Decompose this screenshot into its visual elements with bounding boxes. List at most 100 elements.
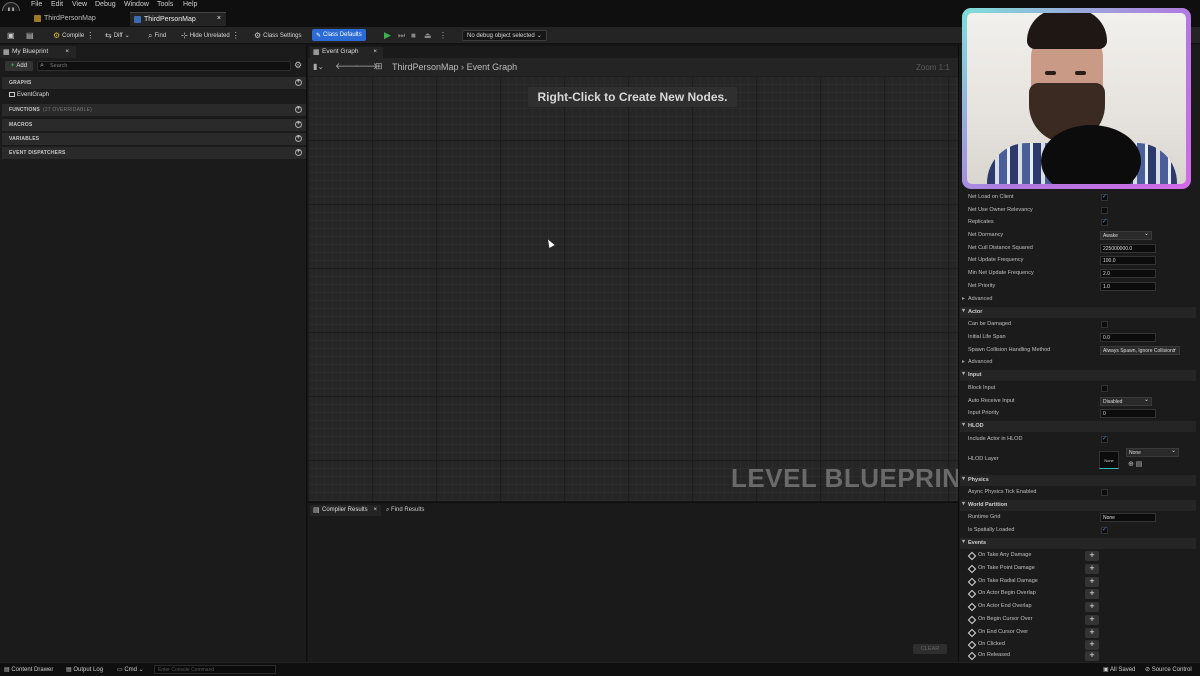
variables-section-header[interactable]: VARIABLES + xyxy=(2,133,306,145)
property-checkbox[interactable]: ✓ xyxy=(1101,436,1108,443)
property-label: Auto Receive Input xyxy=(968,398,1015,404)
my-blueprint-tab[interactable]: ▦ My Blueprint × xyxy=(0,46,76,58)
add-graph-icon[interactable]: + xyxy=(295,79,302,86)
physics-category[interactable]: Physics xyxy=(960,475,1196,486)
diff-button[interactable]: ⇆ Diff ⌄ xyxy=(105,30,130,41)
close-icon[interactable]: × xyxy=(65,48,69,55)
menu-view[interactable]: View xyxy=(72,1,87,8)
property-select[interactable]: Awake xyxy=(1100,230,1152,240)
property-select[interactable]: Disabled xyxy=(1100,396,1152,406)
bookmark-icon[interactable]: ▮⌄ xyxy=(313,62,324,71)
content-drawer-button[interactable]: ▤ Content Drawer xyxy=(4,666,53,673)
doc-tab-blueprint[interactable]: ThirdPersonMap × xyxy=(130,12,226,26)
add-event-button[interactable]: + xyxy=(1085,602,1099,612)
add-event-button[interactable]: + xyxy=(1085,651,1099,661)
hlod-layer-thumbnail[interactable]: None xyxy=(1099,451,1119,469)
add-dispatcher-icon[interactable]: + xyxy=(295,149,302,156)
hide-unrelated-label: Hide Unrelated xyxy=(189,32,230,39)
functions-section-header[interactable]: FUNCTIONS (27 OVERRIDABLE) + xyxy=(2,104,306,116)
property-checkbox[interactable]: ✓ xyxy=(1101,219,1108,226)
property-checkbox[interactable]: ✓ xyxy=(1101,527,1108,534)
stop-icon[interactable]: ■ xyxy=(411,30,416,41)
property-select[interactable]: Always Spawn, Ignore Collisions xyxy=(1100,346,1180,355)
property-input[interactable]: 0.0 xyxy=(1100,333,1156,342)
blueprint-icon: ▦ xyxy=(3,49,10,56)
class-settings-button[interactable]: ⚙ Class Settings xyxy=(254,30,302,41)
property-checkbox[interactable] xyxy=(1101,321,1108,328)
close-icon[interactable]: × xyxy=(373,48,377,55)
world-partition-category[interactable]: World Partition xyxy=(960,500,1196,511)
breadcrumb: ThirdPersonMap › Event Graph xyxy=(376,62,517,72)
compiler-results-tab[interactable]: ▤ Compiler Results × xyxy=(310,505,381,516)
add-button[interactable]: + Add xyxy=(5,61,33,71)
cmd-select[interactable]: ▭ Cmd ⌄ xyxy=(117,666,144,673)
source-control-button[interactable]: ⊘ Source Control xyxy=(1145,666,1192,673)
property-input[interactable]: 100.0 xyxy=(1100,256,1156,265)
add-macro-icon[interactable]: + xyxy=(295,121,302,128)
save-icon[interactable]: ▣ xyxy=(7,30,15,41)
property-input[interactable]: 225000000.0 xyxy=(1100,244,1156,253)
blueprint-icon xyxy=(134,16,141,23)
graphs-section-header[interactable]: GRAPHS + xyxy=(2,77,306,89)
close-icon[interactable]: × xyxy=(217,15,221,22)
input-category[interactable]: Input xyxy=(960,370,1196,381)
compile-button[interactable]: ⚙ Compile ⋮ xyxy=(53,30,94,41)
property-checkbox[interactable] xyxy=(1101,207,1108,214)
add-event-button[interactable]: + xyxy=(1085,589,1099,599)
property-input[interactable]: None xyxy=(1100,513,1156,522)
clear-button[interactable]: CLEAR xyxy=(913,644,947,654)
gear-icon[interactable]: ⚙ xyxy=(294,60,302,71)
menu-file[interactable]: File xyxy=(31,1,42,8)
add-variable-icon[interactable]: + xyxy=(295,135,302,142)
doc-tab-level[interactable]: ThirdPersonMap xyxy=(30,12,122,26)
hide-unrelated-button[interactable]: ⊹ Hide Unrelated ⋮ xyxy=(181,30,240,41)
event-graph-tab[interactable]: ▦ Event Graph × xyxy=(310,47,383,58)
event-dispatchers-section-header[interactable]: EVENT DISPATCHERS + xyxy=(2,147,306,159)
property-label: Net Load on Client xyxy=(968,194,1014,200)
find-button[interactable]: ⌕ Find xyxy=(148,30,166,41)
add-event-button[interactable]: + xyxy=(1085,551,1099,561)
browse-icon[interactable]: ▤ xyxy=(26,30,34,41)
property-checkbox[interactable] xyxy=(1101,489,1108,496)
step-icon[interactable]: ⏭ xyxy=(398,30,405,41)
search-input[interactable]: ⌕ Search xyxy=(37,61,291,71)
menu-help[interactable]: Help xyxy=(183,1,197,8)
hlod-category[interactable]: HLOD xyxy=(960,421,1196,432)
asset-picker-icons[interactable]: ⊕ ▤ xyxy=(1128,460,1142,468)
actor-category[interactable]: Actor xyxy=(960,307,1196,318)
graph-canvas[interactable] xyxy=(308,76,958,501)
breadcrumb-leaf[interactable]: Event Graph xyxy=(467,62,518,72)
debug-object-select[interactable]: No debug object selected ⌄ xyxy=(462,30,547,41)
find-results-tab[interactable]: ⌕ Find Results xyxy=(386,505,424,514)
menu-debug[interactable]: Debug xyxy=(95,1,116,8)
add-event-button[interactable]: + xyxy=(1085,577,1099,587)
macros-section-header[interactable]: MACROS + xyxy=(2,119,306,131)
property-checkbox[interactable]: ✓ xyxy=(1101,194,1108,201)
advanced-expander[interactable]: Advanced xyxy=(960,358,992,365)
class-defaults-button[interactable]: ✎ Class Defaults xyxy=(312,29,366,41)
output-log-button[interactable]: ▤ Output Log xyxy=(66,666,103,673)
property-input[interactable]: 0 xyxy=(1100,409,1156,418)
add-event-button[interactable]: + xyxy=(1085,615,1099,625)
more-options-icon[interactable]: ⋮ xyxy=(439,30,447,41)
breadcrumb-root[interactable]: ThirdPersonMap xyxy=(392,62,459,72)
menu-tools[interactable]: Tools xyxy=(157,1,173,8)
menu-edit[interactable]: Edit xyxy=(51,1,63,8)
play-icon[interactable]: ▶ xyxy=(384,30,391,41)
event-graph-list-item[interactable]: EventGraph xyxy=(9,92,49,98)
eject-icon[interactable]: ⏏ xyxy=(424,30,432,41)
property-input[interactable]: 1.0 xyxy=(1100,282,1156,291)
add-function-icon[interactable]: + xyxy=(295,106,302,113)
add-event-button[interactable]: + xyxy=(1085,628,1099,638)
advanced-expander[interactable]: Advanced xyxy=(960,295,992,302)
property-checkbox[interactable] xyxy=(1101,385,1108,392)
property-input[interactable]: 2.0 xyxy=(1100,269,1156,278)
add-event-button[interactable]: + xyxy=(1085,564,1099,574)
close-icon[interactable]: × xyxy=(373,507,377,513)
console-command-input[interactable]: Enter Console Command xyxy=(154,665,276,674)
all-saved-status[interactable]: ▣ All Saved xyxy=(1103,666,1135,673)
add-event-button[interactable]: + xyxy=(1085,640,1099,650)
hlod-layer-select[interactable]: None xyxy=(1126,447,1179,457)
menu-window[interactable]: Window xyxy=(124,1,149,8)
events-category[interactable]: Events xyxy=(960,538,1196,549)
